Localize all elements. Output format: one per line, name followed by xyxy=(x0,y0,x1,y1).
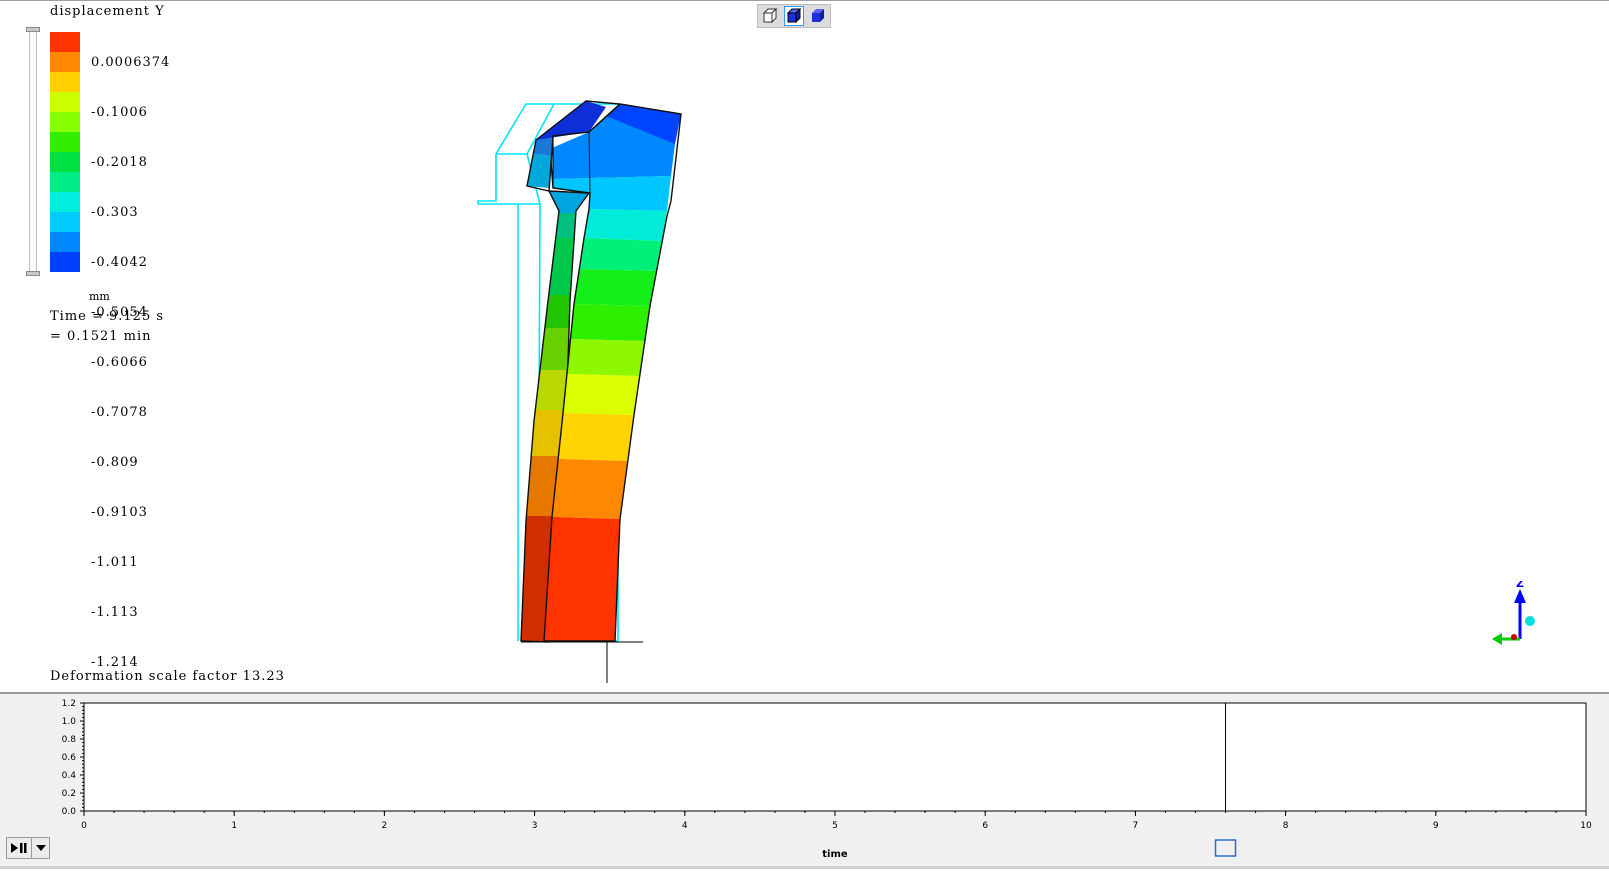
x-tick-label: 10 xyxy=(1580,821,1592,831)
play-pause-button[interactable] xyxy=(6,837,32,859)
y-tick-label: 0.6 xyxy=(62,753,77,763)
y-tick-label: 1.2 xyxy=(62,699,76,709)
y-tick-label: 1.0 xyxy=(62,717,77,727)
x-axis-icon xyxy=(1525,616,1535,626)
x-tick-label: 6 xyxy=(982,821,988,831)
z-axis-label: Z xyxy=(1516,581,1524,590)
play-options-dropdown[interactable] xyxy=(32,837,50,859)
x-tick-label: 1 xyxy=(231,821,237,831)
timeline-x-axis-label: time xyxy=(822,849,848,860)
x-tick-label: 5 xyxy=(832,821,838,831)
graphics-viewport[interactable]: displacement Y 0.0006374 -0.1006 -0.2018… xyxy=(0,0,1609,692)
x-tick-label: 4 xyxy=(682,821,688,831)
play-pause-icon xyxy=(11,843,27,853)
x-tick-label: 2 xyxy=(382,821,388,831)
timeline-chart[interactable]: 0.0 0.2 0.4 0.6 0.8 1.0 1.2 0 1 2 3 4 5 6 7 8 9 10 time xyxy=(0,694,1609,871)
x-tick-label: 7 xyxy=(1133,821,1139,831)
deformed-model[interactable] xyxy=(0,1,1609,693)
y-tick-label: 0.8 xyxy=(62,735,77,745)
x-tick-label: 9 xyxy=(1433,821,1439,831)
x-tick-label: 8 xyxy=(1283,821,1289,831)
y-tick-label: 0.2 xyxy=(62,789,76,799)
axis-triad[interactable]: Z Y xyxy=(1492,581,1552,651)
timeline-plot-area xyxy=(83,702,1587,812)
y-tick-label: 0.0 xyxy=(62,807,77,817)
time-cursor-handle[interactable] xyxy=(1214,839,1237,857)
x-tick-label: 3 xyxy=(532,821,538,831)
timeline-panel: 0.0 0.2 0.4 0.6 0.8 1.0 1.2 0 1 2 3 4 5 6 7 8 9 10 time xyxy=(0,692,1609,869)
x-tick-label: 0 xyxy=(81,821,87,831)
chevron-down-icon xyxy=(35,845,46,851)
y-tick-label: 0.4 xyxy=(62,771,77,781)
